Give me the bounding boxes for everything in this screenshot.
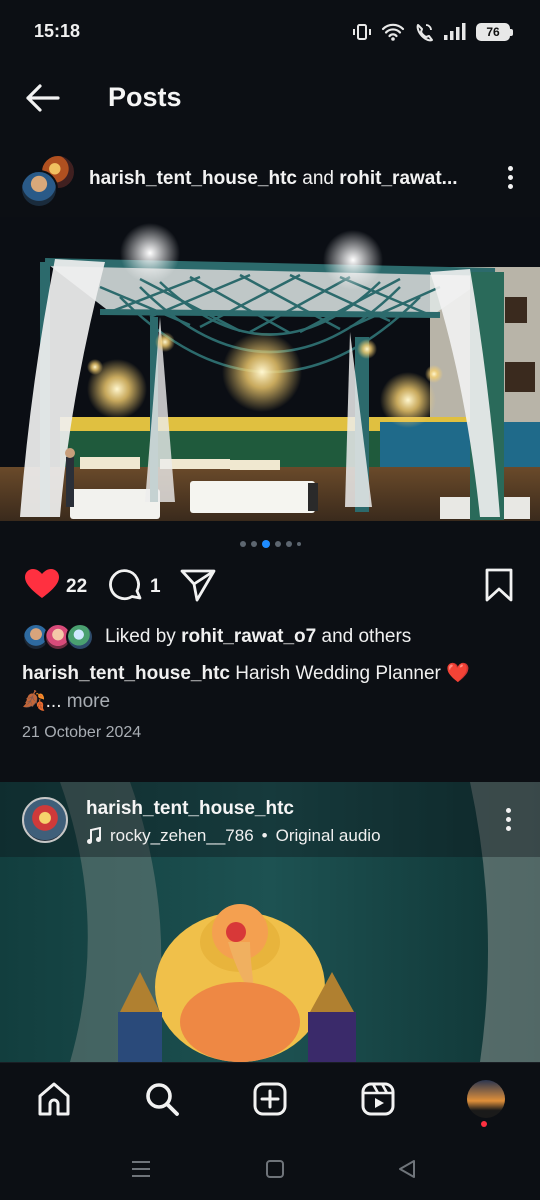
reels-icon bbox=[361, 1082, 395, 1116]
caption-username[interactable]: harish_tent_house_htc bbox=[22, 663, 230, 684]
wifi-calling-icon bbox=[416, 24, 433, 42]
avatar[interactable] bbox=[22, 797, 68, 843]
reel-username[interactable]: harish_tent_house_htc bbox=[86, 798, 294, 820]
nav-search-button[interactable] bbox=[142, 1079, 182, 1119]
system-back-button[interactable] bbox=[394, 1156, 420, 1182]
liked-by-row[interactable]: Liked by rohit_rawat_o7 and others bbox=[22, 622, 522, 652]
vibrate-icon bbox=[353, 24, 371, 40]
status-time: 15:18 bbox=[34, 21, 81, 41]
caption-text-line2: 🍂... bbox=[22, 691, 62, 712]
liked-by-username[interactable]: rohit_rawat_o7 bbox=[181, 626, 316, 647]
add-icon bbox=[253, 1082, 287, 1116]
back-button[interactable] bbox=[20, 80, 64, 116]
battery-level: 76 bbox=[486, 25, 500, 39]
post-authors[interactable]: harish_tent_house_htc and rohit_rawat... bbox=[89, 168, 458, 190]
author-connector: and bbox=[302, 168, 334, 189]
post-actions: 22 1 bbox=[0, 562, 540, 608]
carousel-dot bbox=[250, 541, 257, 547]
system-home-button[interactable] bbox=[262, 1156, 288, 1182]
comment-button[interactable] bbox=[108, 568, 144, 604]
profile-avatar bbox=[467, 1080, 505, 1118]
carousel-dot bbox=[296, 542, 301, 546]
avatar bbox=[20, 170, 58, 208]
post-date: 21 October 2024 bbox=[22, 724, 142, 741]
comment-count[interactable]: 1 bbox=[150, 576, 161, 598]
bottom-nav bbox=[0, 1062, 540, 1138]
nav-create-button[interactable] bbox=[250, 1079, 290, 1119]
arrow-left-icon bbox=[26, 84, 60, 112]
music-note-icon bbox=[87, 827, 101, 844]
post-header: harish_tent_house_htc and rohit_rawat... bbox=[0, 148, 540, 212]
signal-icon bbox=[444, 23, 466, 40]
more-options-button[interactable] bbox=[500, 808, 516, 836]
comment-icon bbox=[109, 569, 142, 601]
home-icon bbox=[38, 1082, 70, 1116]
author-username[interactable]: harish_tent_house_htc bbox=[89, 168, 297, 189]
reel-audio-info[interactable]: rocky_zehen__786 • Original audio bbox=[86, 826, 381, 846]
bookmark-icon bbox=[485, 568, 513, 602]
nav-home-button[interactable] bbox=[34, 1079, 74, 1119]
carousel-dot bbox=[274, 541, 281, 547]
carousel-dot-active bbox=[261, 540, 270, 548]
battery-indicator: 76 bbox=[476, 23, 513, 41]
caption-more-link[interactable]: more bbox=[67, 691, 110, 712]
post-photo[interactable] bbox=[0, 217, 540, 521]
coauthor-username[interactable]: rohit_rawat... bbox=[339, 168, 457, 189]
share-button[interactable] bbox=[180, 568, 216, 602]
liked-by-suffix[interactable]: and others bbox=[322, 626, 412, 647]
carousel-dot bbox=[239, 541, 246, 547]
liked-by-prefix: Liked by bbox=[105, 626, 176, 647]
menu-icon bbox=[132, 1161, 150, 1177]
audio-username: rocky_zehen__786 bbox=[110, 826, 254, 845]
recent-apps-button[interactable] bbox=[128, 1156, 154, 1182]
system-nav-bar bbox=[0, 1138, 540, 1200]
heart-filled-icon bbox=[25, 569, 59, 598]
caption-text: Harish Wedding Planner ❤️ bbox=[235, 663, 470, 684]
nav-reels-button[interactable] bbox=[358, 1079, 398, 1119]
more-options-button[interactable] bbox=[502, 166, 518, 194]
collab-avatars[interactable] bbox=[20, 152, 78, 208]
send-icon bbox=[180, 569, 216, 602]
status-icons: 76 bbox=[352, 20, 513, 44]
reel-header: harish_tent_house_htc rocky_zehen__786 •… bbox=[0, 782, 540, 852]
triangle-back-icon bbox=[399, 1160, 415, 1178]
like-button[interactable] bbox=[24, 568, 60, 600]
page-title: Posts bbox=[108, 82, 182, 112]
avatar bbox=[66, 623, 94, 651]
carousel-indicator bbox=[0, 539, 540, 549]
carousel-dot bbox=[285, 541, 292, 547]
save-button[interactable] bbox=[484, 568, 514, 602]
square-icon bbox=[266, 1160, 284, 1178]
status-bar: 15:18 76 bbox=[0, 0, 540, 60]
search-icon bbox=[146, 1083, 179, 1116]
liked-by-text: Liked by rohit_rawat_o7 and others bbox=[105, 626, 411, 648]
post-caption: harish_tent_house_htc Harish Wedding Pla… bbox=[22, 660, 522, 716]
audio-separator: • bbox=[261, 826, 268, 845]
audio-label: Original audio bbox=[275, 826, 381, 845]
nav-profile-button[interactable] bbox=[466, 1079, 506, 1119]
notification-dot bbox=[481, 1121, 487, 1127]
like-count[interactable]: 22 bbox=[66, 576, 87, 598]
liker-avatars bbox=[22, 622, 98, 652]
top-bar: Posts bbox=[0, 70, 540, 126]
wifi-icon bbox=[381, 23, 405, 41]
tent-venue-photo bbox=[0, 217, 540, 521]
